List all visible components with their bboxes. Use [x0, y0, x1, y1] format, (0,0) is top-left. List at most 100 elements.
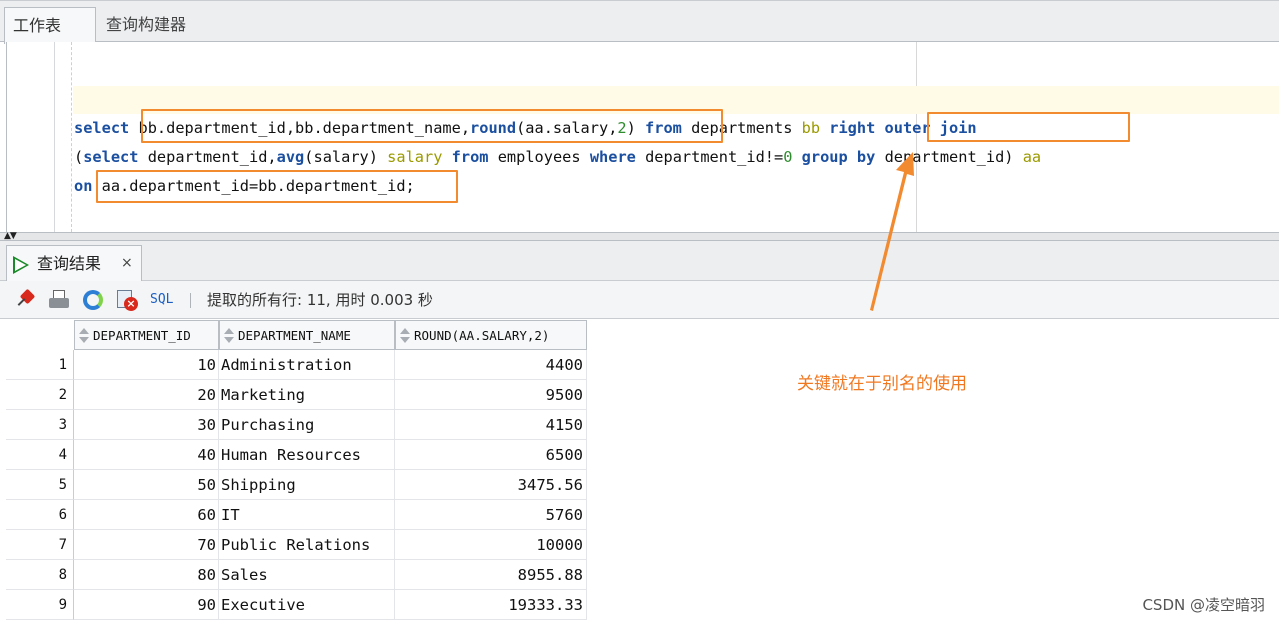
grid-header: DEPARTMENT_ID DEPARTMENT_NAME ROUND(AA.S…: [6, 320, 587, 350]
cell-department-id[interactable]: 40: [74, 440, 219, 470]
print-icon[interactable]: [48, 289, 70, 311]
tab-query-results[interactable]: 查询结果 ×: [6, 245, 142, 281]
cell-round-salary[interactable]: 9500: [395, 380, 587, 410]
highlight-box-on-condition: [96, 170, 458, 203]
sql-button[interactable]: SQL: [150, 281, 173, 319]
cell-department-id[interactable]: 20: [74, 380, 219, 410]
row-number: 4: [6, 440, 74, 470]
cell-round-salary[interactable]: 3475.56: [395, 470, 587, 500]
cell-department-name[interactable]: Administration: [219, 350, 395, 380]
table-row[interactable]: 2 20 Marketing 9500: [6, 380, 587, 410]
cell-department-id[interactable]: 70: [74, 530, 219, 560]
annotation-arrow: [870, 152, 914, 311]
code-text: (salary): [304, 148, 388, 166]
column-header-label: DEPARTMENT_ID: [93, 328, 191, 343]
cell-department-id[interactable]: 30: [74, 410, 219, 440]
table-row[interactable]: 6 60 IT 5760: [6, 500, 587, 530]
column-header-label: DEPARTMENT_NAME: [238, 328, 351, 343]
row-number: 9: [6, 590, 74, 620]
column-header-label: ROUND(AA.SALARY,2): [414, 328, 550, 343]
highlight-box-right-outer-join: [927, 112, 1130, 142]
cell-round-salary[interactable]: 10000: [395, 530, 587, 560]
cell-department-name[interactable]: Human Resources: [219, 440, 395, 470]
cell-round-salary[interactable]: 6500: [395, 440, 587, 470]
row-number: 2: [6, 380, 74, 410]
refresh-icon[interactable]: [82, 289, 104, 311]
cell-round-salary[interactable]: 4150: [395, 410, 587, 440]
sort-icon: [79, 328, 89, 344]
cell-round-salary[interactable]: 8955.88: [395, 560, 587, 590]
function-name: avg: [276, 148, 305, 166]
row-number: 1: [6, 350, 74, 380]
code-text: (: [74, 148, 84, 166]
top-tab-bar: 工作表 查询构建器: [0, 0, 1279, 44]
editor-results-splitter[interactable]: ▲▼: [0, 232, 1279, 241]
cell-department-name[interactable]: Sales: [219, 560, 395, 590]
table-row[interactable]: 3 30 Purchasing 4150: [6, 410, 587, 440]
sql-editor[interactable]: select bb.department_id,bb.department_na…: [6, 42, 1279, 232]
arrow-shape: [870, 152, 914, 311]
delete-icon[interactable]: ×: [116, 289, 138, 311]
cell-department-name[interactable]: Marketing: [219, 380, 395, 410]
code-text: department_id,: [138, 148, 277, 166]
line-number-gutter: [7, 42, 55, 232]
cell-department-id[interactable]: 80: [74, 560, 219, 590]
row-number: 3: [6, 410, 74, 440]
keyword: from: [451, 148, 489, 166]
sort-icon: [224, 328, 234, 344]
toolbar-separator: [190, 293, 191, 308]
cell-department-id[interactable]: 50: [74, 470, 219, 500]
table-row[interactable]: 1 10 Administration 4400: [6, 350, 587, 380]
results-tab-bar: 查询结果 ×: [0, 241, 1279, 281]
column-header-round-salary[interactable]: ROUND(AA.SALARY,2): [395, 320, 587, 350]
keyword: select: [83, 148, 139, 166]
tab-query-results-label: 查询结果: [37, 254, 102, 273]
cell-department-name[interactable]: IT: [219, 500, 395, 530]
row-number: 8: [6, 560, 74, 590]
cell-department-name[interactable]: Shipping: [219, 470, 395, 500]
keyword: where: [589, 148, 636, 166]
pin-icon[interactable]: [14, 288, 36, 311]
cell-department-name[interactable]: Public Relations: [219, 530, 395, 560]
row-number: 6: [6, 500, 74, 530]
column-header-department-name[interactable]: DEPARTMENT_NAME: [219, 320, 395, 350]
fold-guide: [71, 42, 72, 232]
table-row[interactable]: 9 90 Executive 19333.33: [6, 590, 587, 620]
fetch-status: 提取的所有行: 11, 用时 0.003 秒: [207, 291, 433, 309]
tab-query-builder[interactable]: 查询构建器: [98, 8, 194, 42]
table-row[interactable]: 4 40 Human Resources 6500: [6, 440, 587, 470]
highlight-box-select-list: [141, 109, 723, 143]
keyword: select: [74, 119, 130, 137]
cell-department-name[interactable]: Purchasing: [219, 410, 395, 440]
row-number: 5: [6, 470, 74, 500]
watermark: CSDN @凌空暗羽: [1142, 596, 1265, 614]
results-toolbar: × SQL 提取的所有行: 11, 用时 0.003 秒: [0, 281, 1279, 319]
column-header-department-id[interactable]: DEPARTMENT_ID: [74, 320, 219, 350]
alias: salary: [387, 148, 443, 166]
cell-round-salary[interactable]: 4400: [395, 350, 587, 380]
row-number: 7: [6, 530, 74, 560]
table-row[interactable]: 8 80 Sales 8955.88: [6, 560, 587, 590]
alias: aa: [1022, 148, 1042, 166]
tab-worksheet[interactable]: 工作表: [4, 7, 96, 44]
table-row[interactable]: 5 50 Shipping 3475.56: [6, 470, 587, 500]
keyword: on: [74, 177, 93, 195]
cell-round-salary[interactable]: 19333.33: [395, 590, 587, 620]
cell-department-id[interactable]: 60: [74, 500, 219, 530]
cell-department-id[interactable]: 90: [74, 590, 219, 620]
collapse-arrows-icon[interactable]: ▲▼: [4, 232, 17, 241]
code-text: department_id!=: [635, 148, 784, 166]
code-text: employees: [488, 148, 590, 166]
close-tab-icon[interactable]: ×: [121, 246, 133, 282]
sort-icon: [400, 328, 410, 344]
annotation-text: 关键就在于别名的使用: [797, 374, 967, 394]
cell-round-salary[interactable]: 5760: [395, 500, 587, 530]
cell-department-name[interactable]: Executive: [219, 590, 395, 620]
table-row[interactable]: 7 70 Public Relations 10000: [6, 530, 587, 560]
cell-department-id[interactable]: 10: [74, 350, 219, 380]
alias: bb: [801, 119, 821, 137]
run-icon: [13, 256, 29, 274]
